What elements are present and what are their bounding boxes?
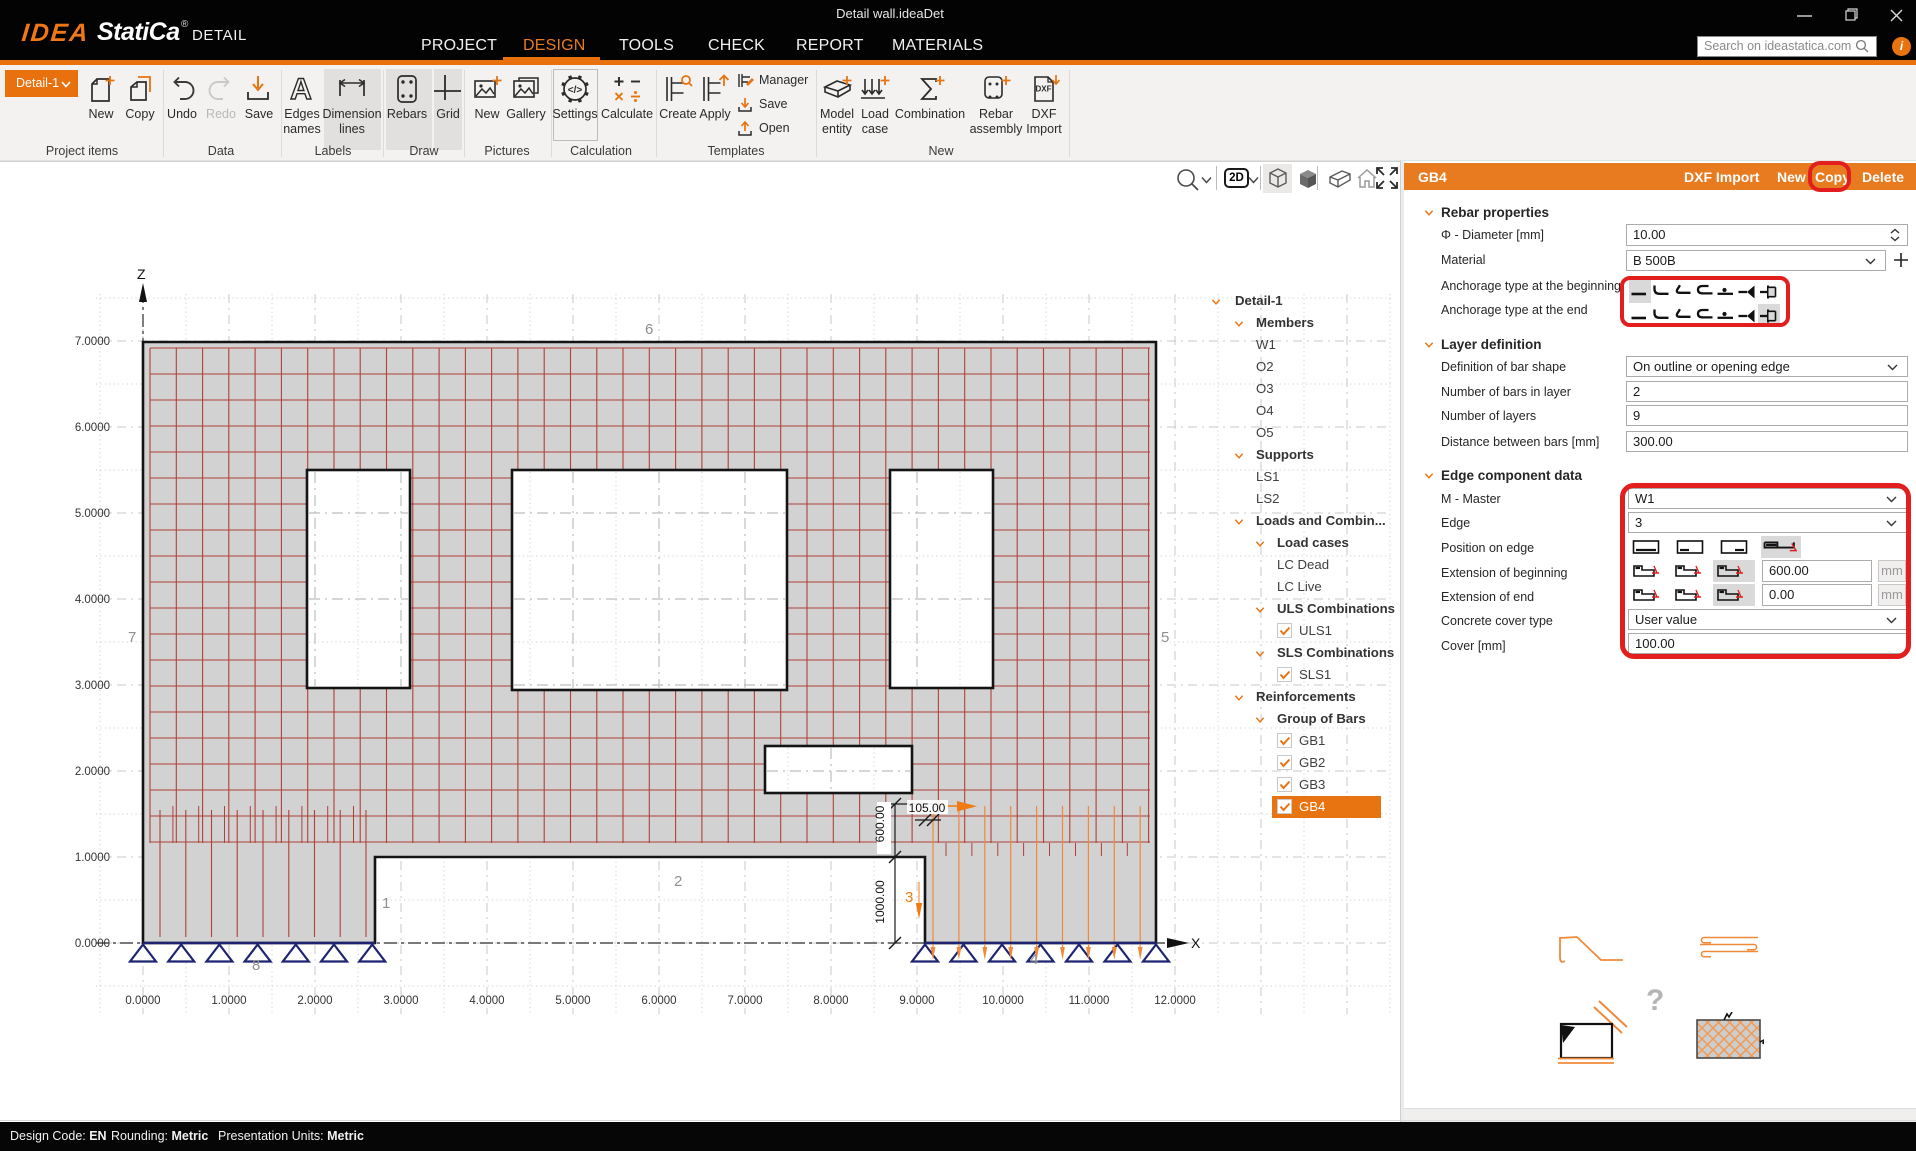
svg-text:6: 6 [645, 321, 653, 338]
svg-text:4.0000: 4.0000 [75, 594, 110, 606]
svg-text:2: 2 [674, 873, 682, 890]
svg-text:1.0000: 1.0000 [211, 995, 246, 1007]
svg-text:9.0000: 9.0000 [899, 995, 934, 1007]
svg-text:0.0000: 0.0000 [125, 995, 160, 1007]
svg-text:600.00: 600.00 [873, 805, 887, 842]
svg-text:7.0000: 7.0000 [727, 995, 762, 1007]
svg-text:105.00: 105.00 [909, 801, 946, 815]
svg-text:1: 1 [382, 895, 390, 912]
svg-text:6.0000: 6.0000 [641, 995, 676, 1007]
svg-text:DXF: DXF [1036, 85, 1052, 94]
svg-text:</>: </> [568, 85, 583, 96]
svg-text:5.0000: 5.0000 [555, 995, 590, 1007]
svg-text:11.0000: 11.0000 [1069, 995, 1110, 1007]
svg-text:2.0000: 2.0000 [75, 766, 110, 778]
svg-text:1000.00: 1000.00 [873, 880, 887, 924]
svg-text:Z: Z [137, 266, 146, 282]
svg-text:8.0000: 8.0000 [813, 995, 848, 1007]
svg-text:0.0000: 0.0000 [75, 938, 110, 950]
svg-text:5.0000: 5.0000 [75, 508, 110, 520]
svg-text:10.0000: 10.0000 [982, 995, 1024, 1007]
svg-text:8: 8 [252, 957, 260, 974]
svg-text:2.0000: 2.0000 [297, 995, 332, 1007]
svg-text:4.0000: 4.0000 [469, 995, 504, 1007]
svg-text:1.0000: 1.0000 [75, 852, 110, 864]
svg-text:7: 7 [128, 629, 136, 646]
svg-text:3: 3 [905, 889, 913, 906]
svg-text:3.0000: 3.0000 [75, 680, 110, 692]
svg-text:7.0000: 7.0000 [75, 336, 110, 348]
svg-text:6.0000: 6.0000 [75, 422, 110, 434]
svg-text:3.0000: 3.0000 [383, 995, 418, 1007]
svg-text:5: 5 [1161, 629, 1169, 646]
svg-text:12.0000: 12.0000 [1154, 995, 1196, 1007]
svg-text:4: 4 [1030, 951, 1038, 968]
svg-text:X: X [1191, 935, 1201, 951]
svg-text:A: A [290, 73, 312, 105]
